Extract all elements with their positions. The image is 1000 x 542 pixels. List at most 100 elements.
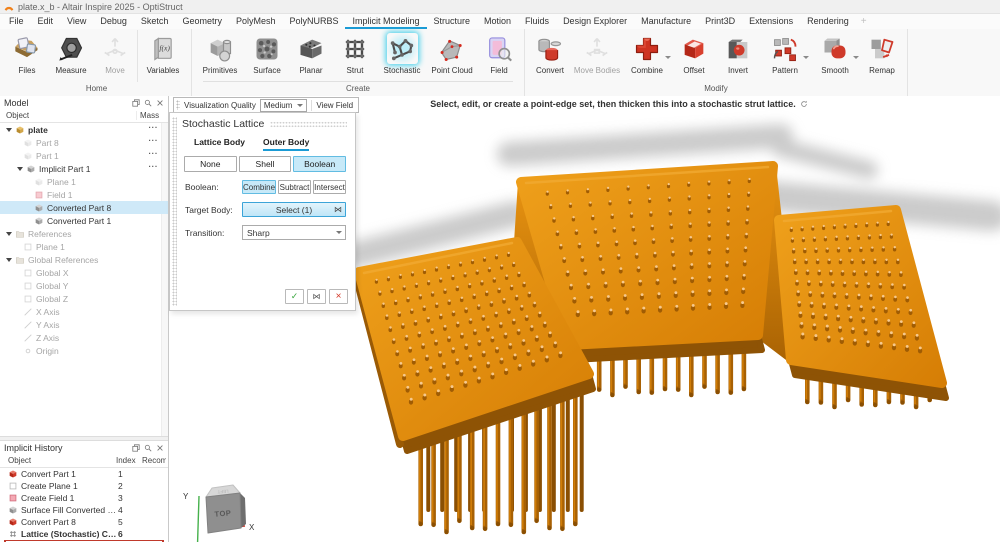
- menu-overflow-icon[interactable]: +: [856, 14, 872, 29]
- tool-planar[interactable]: Planar: [289, 30, 333, 81]
- target-body-select-button[interactable]: Select (1) ⋈: [242, 202, 346, 217]
- option-none[interactable]: None: [184, 156, 237, 172]
- tree-row-converted-part-1[interactable]: Converted Part 1: [0, 214, 168, 227]
- tool-pattern[interactable]: Pattern: [760, 30, 810, 82]
- menu-implicit-modeling[interactable]: Implicit Modeling: [345, 14, 426, 29]
- dropdown-caret-icon[interactable]: [803, 56, 809, 59]
- dropdown-caret-icon[interactable]: [853, 56, 859, 59]
- tree-row-y-axis[interactable]: Y Axis: [0, 318, 168, 331]
- tree-row-plate[interactable]: plate···: [0, 123, 168, 136]
- tree-row-origin[interactable]: Origin: [0, 344, 168, 357]
- tool-primitives[interactable]: Primitives: [195, 30, 245, 81]
- view-field-button[interactable]: View Field: [316, 101, 353, 110]
- tool-measure[interactable]: Measure: [49, 30, 93, 82]
- tree-row-plane-1[interactable]: Plane 1: [0, 175, 168, 188]
- menu-edit[interactable]: Edit: [31, 14, 61, 29]
- expander-icon[interactable]: [6, 128, 12, 132]
- dialog-drag-handle-icon[interactable]: [270, 121, 347, 128]
- expander-icon[interactable]: [6, 258, 12, 262]
- tool-remap[interactable]: Remap: [860, 30, 904, 82]
- tool-smooth[interactable]: Smooth: [810, 30, 860, 82]
- menu-polymesh[interactable]: PolyMesh: [229, 14, 283, 29]
- apply-button[interactable]: ✓: [285, 289, 304, 304]
- tool-files[interactable]: Files: [5, 30, 49, 82]
- cancel-button[interactable]: ×: [329, 289, 348, 304]
- expander-icon[interactable]: [17, 167, 23, 171]
- search-icon[interactable]: [144, 99, 152, 107]
- tree-row-z-axis[interactable]: Z Axis: [0, 331, 168, 344]
- transition-value: Sharp: [247, 228, 270, 238]
- tree-row-part-1[interactable]: Part 1···: [0, 149, 168, 162]
- history-row-surface-fill-converted-part-1[interactable]: Surface Fill Converted Part 14: [0, 504, 168, 516]
- viewport-3d[interactable]: Y X TOP LEFT Visualization Quality Mediu…: [169, 96, 1000, 542]
- option-subtract[interactable]: Subtract: [278, 180, 311, 194]
- tree-row-part-8[interactable]: Part 8···: [0, 136, 168, 149]
- float-panel-icon[interactable]: [132, 99, 140, 107]
- refresh-icon[interactable]: [800, 100, 808, 108]
- history-column-headers: Object Index Recompute: [0, 455, 168, 468]
- group-label: Home: [5, 82, 188, 96]
- menu-polynurbs[interactable]: PolyNURBS: [282, 14, 345, 29]
- altair-logo-icon: [4, 2, 14, 11]
- movebodies-icon: [582, 33, 613, 64]
- menu-design-explorer[interactable]: Design Explorer: [556, 14, 634, 29]
- transition-dropdown[interactable]: Sharp: [242, 225, 346, 240]
- float-panel-icon[interactable]: [132, 444, 140, 452]
- drag-handle-icon[interactable]: [176, 100, 180, 110]
- menu-structure[interactable]: Structure: [427, 14, 478, 29]
- tree-row-global-y[interactable]: Global Y: [0, 279, 168, 292]
- tool-stochastic[interactable]: Stochastic: [377, 30, 427, 81]
- history-row-create-plane-1[interactable]: Create Plane 12: [0, 480, 168, 492]
- menu-manufacture[interactable]: Manufacture: [634, 14, 698, 29]
- tool-variables[interactable]: f(x)Variables: [137, 30, 188, 82]
- menu-file[interactable]: File: [2, 14, 31, 29]
- tool-surface[interactable]: Surface: [245, 30, 289, 81]
- tab-lattice-body[interactable]: Lattice Body: [194, 137, 245, 151]
- close-icon[interactable]: [156, 99, 164, 107]
- quality-select[interactable]: Medium: [260, 99, 307, 112]
- tool-strut[interactable]: Strut: [333, 30, 377, 81]
- tree-row-converted-part-8[interactable]: Converted Part 8: [0, 201, 168, 214]
- svg-text:f(x): f(x): [159, 43, 170, 52]
- menu-sketch[interactable]: Sketch: [134, 14, 176, 29]
- tool-invert[interactable]: Invert: [716, 30, 760, 82]
- menu-rendering[interactable]: Rendering: [800, 14, 856, 29]
- tool-convert[interactable]: Convert: [528, 30, 572, 82]
- tree-row-implicit-part-1[interactable]: Implicit Part 1···: [0, 162, 168, 175]
- history-row-convert-part-1[interactable]: Convert Part 11: [0, 468, 168, 480]
- model-column-headers: Object Mass: [0, 110, 168, 123]
- menu-print3d[interactable]: Print3D: [698, 14, 742, 29]
- pick-parts-button[interactable]: ⋈: [307, 289, 326, 304]
- tool-combine[interactable]: Combine: [622, 30, 672, 82]
- history-row-create-field-1[interactable]: Create Field 13: [0, 492, 168, 504]
- option-boolean[interactable]: Boolean: [293, 156, 346, 172]
- view-cube[interactable]: Y X TOP LEFT: [183, 485, 255, 542]
- history-row-convert-part-8[interactable]: Convert Part 85: [0, 516, 168, 528]
- tool-offset[interactable]: Offset: [672, 30, 716, 82]
- menu-geometry[interactable]: Geometry: [175, 14, 229, 29]
- tree-row-global-z[interactable]: Global Z: [0, 292, 168, 305]
- expander-icon[interactable]: [6, 232, 12, 236]
- tree-row-global-references[interactable]: Global References: [0, 253, 168, 266]
- option-shell[interactable]: Shell: [239, 156, 292, 172]
- tool-point-cloud[interactable]: Point Cloud: [427, 30, 477, 81]
- tree-row-global-x[interactable]: Global X: [0, 266, 168, 279]
- close-icon[interactable]: [156, 444, 164, 452]
- tree-row-plane-1[interactable]: Plane 1: [0, 240, 168, 253]
- menu-extensions[interactable]: Extensions: [742, 14, 800, 29]
- search-icon[interactable]: [144, 444, 152, 452]
- pick-parts-icon[interactable]: ⋈: [334, 206, 342, 214]
- option-combine[interactable]: Combine: [242, 180, 276, 194]
- tool-field[interactable]: Field: [477, 30, 521, 81]
- tab-outer-body[interactable]: Outer Body: [263, 137, 309, 151]
- tree-row-references[interactable]: References: [0, 227, 168, 240]
- dropdown-caret-icon[interactable]: [665, 56, 671, 59]
- menu-debug[interactable]: Debug: [93, 14, 134, 29]
- menu-view[interactable]: View: [60, 14, 93, 29]
- menu-fluids[interactable]: Fluids: [518, 14, 556, 29]
- tree-row-field-1[interactable]: Field 1: [0, 188, 168, 201]
- tree-row-x-axis[interactable]: X Axis: [0, 305, 168, 318]
- menu-motion[interactable]: Motion: [477, 14, 518, 29]
- option-intersect[interactable]: Intersect: [313, 180, 346, 194]
- history-row-lattice-stochastic-con[interactable]: Lattice (Stochastic) Con...6: [0, 528, 168, 540]
